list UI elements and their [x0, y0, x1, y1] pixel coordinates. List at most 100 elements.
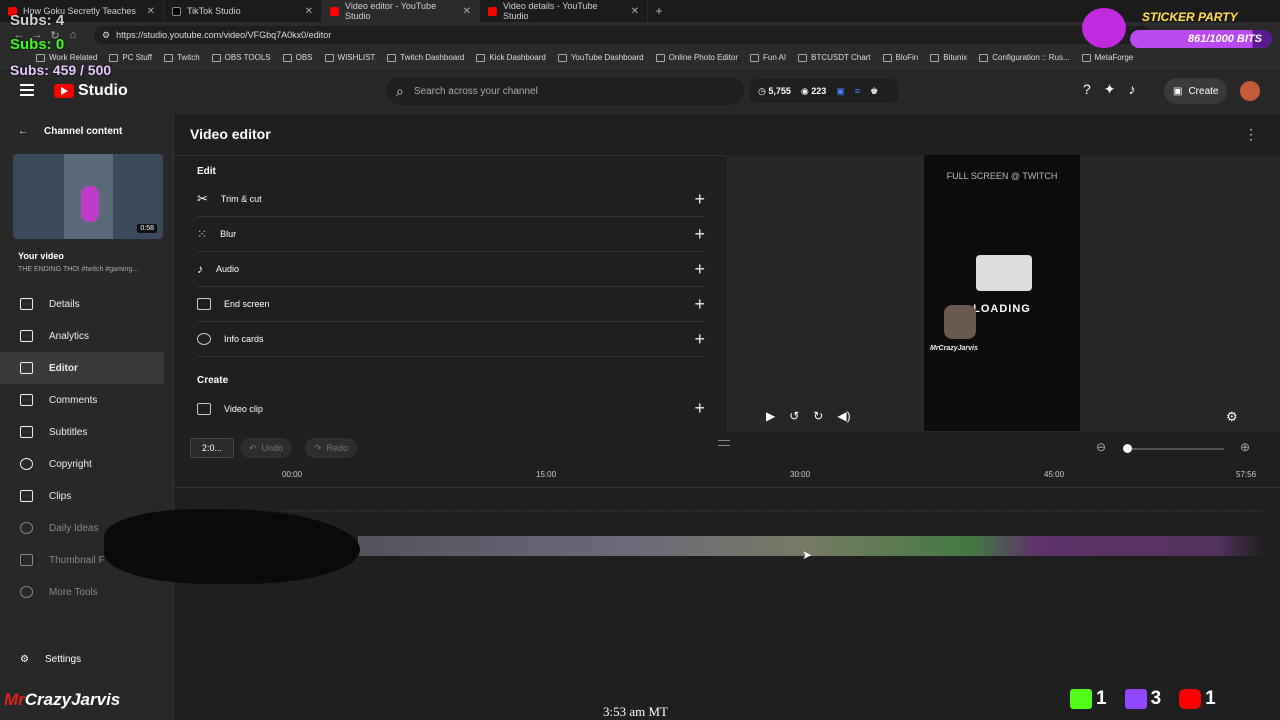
mouse-cursor-icon: ➤ [802, 548, 813, 562]
badge-icon: ▣ [836, 85, 845, 96]
add-icon[interactable]: + [694, 189, 705, 210]
sidebar-item-analytics[interactable]: Analytics [0, 320, 174, 352]
bookmark-item[interactable]: YouTube Dashboard [557, 53, 644, 62]
sparkle-icon[interactable]: ✦ [1104, 81, 1116, 98]
audio-tool[interactable]: ♪ Audio + [197, 252, 705, 287]
bookmark-item[interactable]: MetaForge [1081, 53, 1133, 62]
blur-icon: ⁙ [197, 227, 208, 241]
sidebar-item-settings[interactable]: ⚙ Settings [20, 654, 81, 665]
bookmark-item[interactable]: Online Photo Editor [655, 53, 738, 62]
bookmark-item[interactable]: BloFin [882, 53, 918, 62]
home-icon[interactable]: ⌂ [64, 29, 82, 41]
preview-frame[interactable]: FULL SCREEN @ TWITCH LOADING MrCrazyJarv… [924, 155, 1080, 431]
zoom-slider-knob[interactable] [1123, 444, 1132, 453]
bookmark-item[interactable]: PC Stuff [109, 53, 152, 62]
sidebar-item-copyright[interactable]: Copyright [0, 448, 174, 480]
heart-icon [1082, 8, 1126, 48]
create-button[interactable]: ▣ Create [1164, 78, 1228, 104]
twitch-counter: 3 [1124, 688, 1161, 710]
sidebar-item-comments[interactable]: Comments [0, 384, 174, 416]
redaction-scribble [104, 509, 360, 584]
add-icon[interactable]: + [694, 329, 705, 350]
channel-content-back-button[interactable]: ← Channel content [18, 126, 122, 137]
folder-icon [36, 53, 45, 62]
subs-goal: Subs: 459 / 500 [10, 62, 112, 78]
redo-button[interactable]: ↷ Redo [305, 438, 358, 458]
video-clip-icon [197, 402, 211, 415]
timeline-ruler[interactable]: 00:00 15:00 30:00 45:00 57:56 [174, 466, 1280, 488]
undo-button[interactable]: ↶ Undo [240, 438, 293, 458]
tab-tiktok[interactable]: TikTok Studio ✕ [164, 0, 322, 22]
music-note-icon: ♪ [197, 262, 203, 276]
sidebar-item-clips[interactable]: Clips [0, 480, 174, 512]
search-input[interactable]: ⌕ Search across your channel [386, 77, 744, 105]
bookmark-item[interactable]: Configuration :: Rus... [979, 53, 1070, 62]
bookmark-item[interactable]: OBS [282, 53, 313, 62]
bookmark-item[interactable]: Kick Dashboard [476, 53, 546, 62]
sidebar-item-subtitles[interactable]: Subtitles [0, 416, 174, 448]
rewind-10-icon[interactable]: ↺ [789, 409, 799, 423]
help-icon[interactable]: ? [1083, 81, 1091, 98]
add-icon[interactable]: + [694, 259, 705, 280]
audio-track[interactable] [282, 504, 1262, 518]
volume-icon[interactable]: ◀) [837, 409, 850, 423]
bookmark-item[interactable]: Twitch Dashboard [387, 53, 464, 62]
trim-cut-tool[interactable]: ✂ Trim & cut + [197, 182, 705, 217]
close-icon[interactable]: ✕ [631, 6, 639, 17]
bookmark-label: Online Photo Editor [668, 53, 738, 62]
url-field[interactable]: ⚙ https://studio.youtube.com/video/VFGbq… [94, 26, 1152, 44]
bell-icon[interactable]: ♪ [1129, 81, 1136, 98]
bookmark-label: Configuration :: Rus... [992, 53, 1070, 62]
zoom-out-icon[interactable]: ⊖ [1096, 440, 1106, 454]
video-thumbnail[interactable]: 0:58 [13, 154, 163, 239]
panel-resize-handle[interactable] [718, 440, 730, 446]
blur-tool[interactable]: ⁙ Blur + [197, 217, 705, 252]
studio-logo[interactable]: Studio [54, 82, 128, 100]
bookmark-label: Twitch [176, 53, 200, 62]
more-options-icon[interactable]: ⋮ [1244, 126, 1258, 143]
bits-progress-bar: 861/1000 BITS [1130, 30, 1272, 48]
close-icon[interactable]: ✕ [305, 6, 313, 17]
add-icon[interactable]: + [694, 398, 705, 419]
tab-video-details[interactable]: Video details - YouTube Studio ✕ [480, 0, 648, 22]
logo-text: Studio [78, 82, 128, 99]
info-cards-tool[interactable]: Info cards + [197, 322, 705, 357]
info-icon [197, 333, 211, 345]
hamburger-menu-icon[interactable] [20, 84, 34, 96]
avatar[interactable] [1240, 81, 1260, 101]
bookmark-item[interactable]: Fun AI [749, 53, 786, 62]
bookmark-item[interactable]: OBS TOOLS [211, 53, 271, 62]
zoom-in-icon[interactable]: ⊕ [1240, 440, 1250, 454]
gear-icon[interactable]: ⚙ [1226, 409, 1238, 425]
bookmark-item[interactable]: BTCUSDT Chart [798, 53, 871, 62]
sidebar-item-details[interactable]: Details [0, 288, 174, 320]
site-info-icon[interactable]: ⚙ [102, 30, 110, 41]
sidebar-item-editor[interactable]: Editor [0, 352, 164, 384]
play-icon[interactable]: ▶ [766, 409, 775, 423]
add-icon[interactable]: + [694, 294, 705, 315]
video-clip-tool[interactable]: Video clip + [197, 391, 705, 426]
back-label: Channel content [44, 126, 123, 137]
duration-badge: 0:58 [137, 224, 157, 233]
close-icon[interactable]: ✕ [147, 6, 155, 17]
truck-icon [976, 255, 1032, 291]
close-icon[interactable]: ✕ [463, 6, 471, 17]
folder-icon [798, 53, 808, 62]
ruler-tick: 57:56 [1236, 470, 1257, 479]
new-tab-button[interactable]: + [648, 4, 670, 18]
zoom-slider[interactable] [1123, 444, 1224, 453]
channel-stats[interactable]: ◷ 5,755 ◉ 223 ▣ ≡ ♚ [750, 79, 898, 103]
end-screen-tool[interactable]: End screen + [197, 287, 705, 322]
sidebar-item-label: Thumbnail F [49, 554, 105, 566]
tab-video-editor[interactable]: Video editor - YouTube Studio ✕ [322, 0, 480, 22]
add-icon[interactable]: + [694, 224, 705, 245]
forward-10-icon[interactable]: ↻ [813, 409, 823, 423]
bookmark-item[interactable]: Work Related [36, 53, 97, 62]
sidebar-item-label: Copyright [49, 458, 92, 470]
kick-icon [1070, 689, 1092, 709]
bookmark-item[interactable]: Bitunix [930, 53, 967, 62]
bookmark-item[interactable]: WISHLIST [324, 53, 375, 62]
zoom-select[interactable]: 2:0... [190, 438, 234, 458]
sidebar-item-more-tools[interactable]: More Tools [0, 576, 174, 608]
bookmark-item[interactable]: Twitch [163, 53, 200, 62]
